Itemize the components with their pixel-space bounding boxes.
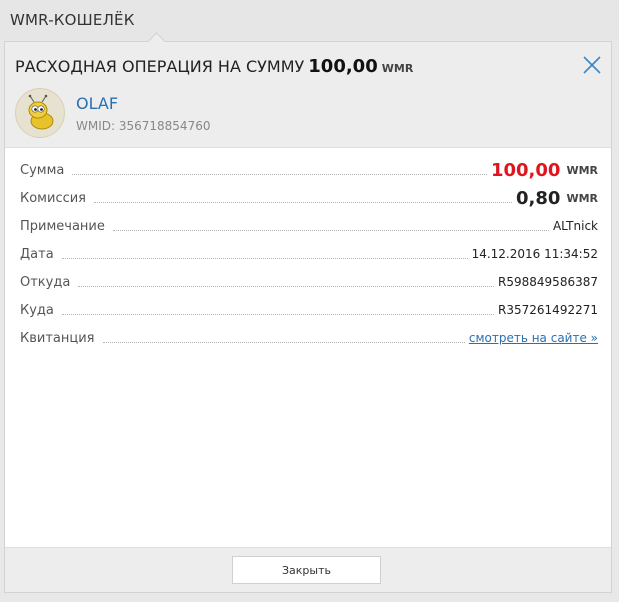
date-value: 14.12.2016 11:34:52 [471,247,598,261]
ant-avatar-icon [28,94,54,130]
receipt-link[interactable]: смотреть на сайте » [469,331,598,345]
dotted-leader [61,313,495,315]
detail-row-from: Откуда R598849586387 [20,268,598,296]
note-label: Примечание [20,218,109,234]
sum-currency: WMR [566,163,598,177]
commission-currency: WMR [566,191,598,205]
close-icon[interactable] [581,54,603,76]
to-label: Куда [20,302,58,318]
avatar [15,88,65,138]
receipt-label: Квитанция [20,330,99,346]
dotted-leader [102,341,465,343]
wallet-title: WMR-КОШЕЛЁК [10,11,135,29]
dotted-leader [94,201,513,203]
operation-dialog: РАСХОДНАЯ ОПЕРАЦИЯ НА СУММУ 100,00 WMR OLA… [4,32,612,593]
close-button[interactable]: Закрыть [232,556,381,584]
detail-row-sum: Сумма 100,00 WMR [20,156,598,184]
sum-label: Сумма [20,162,69,178]
dotted-leader [112,229,549,231]
dialog-footer: Закрыть [5,547,611,592]
date-label: Дата [20,246,58,262]
sum-value: 100,00 [490,159,561,181]
detail-row-receipt: Квитанция смотреть на сайте » [20,324,598,352]
from-value: R598849586387 [498,275,598,289]
dialog-header: РАСХОДНАЯ ОПЕРАЦИЯ НА СУММУ 100,00 WMR OLA… [5,42,611,148]
dotted-leader [72,173,487,175]
note-value: ALTnick [552,219,598,233]
to-value: R357261492271 [498,303,598,317]
operation-title-text: РАСХОДНАЯ ОПЕРАЦИЯ НА СУММУ [15,57,305,76]
wallet-header: WMR-КОШЕЛЁК [0,0,619,40]
commission-value: 0,80 [516,187,561,209]
user-nick-link[interactable]: OLAF [76,94,118,113]
dotted-leader [61,257,468,259]
detail-row-note: Примечание ALTnick [20,212,598,240]
detail-row-to: Куда R357261492271 [20,296,598,324]
details-list: Сумма 100,00 WMR Комиссия 0,80 WMR Приме… [20,156,598,352]
dotted-leader [78,285,495,287]
commission-label: Комиссия [20,190,91,206]
from-label: Откуда [20,274,75,290]
detail-row-date: Дата 14.12.2016 11:34:52 [20,240,598,268]
detail-row-commission: Комиссия 0,80 WMR [20,184,598,212]
user-wmid: WMID: 356718854760 [76,119,211,133]
operation-title: РАСХОДНАЯ ОПЕРАЦИЯ НА СУММУ 100,00 WMR [15,56,413,77]
operation-currency: WMR [381,62,414,75]
operation-amount: 100,00 [308,56,378,77]
